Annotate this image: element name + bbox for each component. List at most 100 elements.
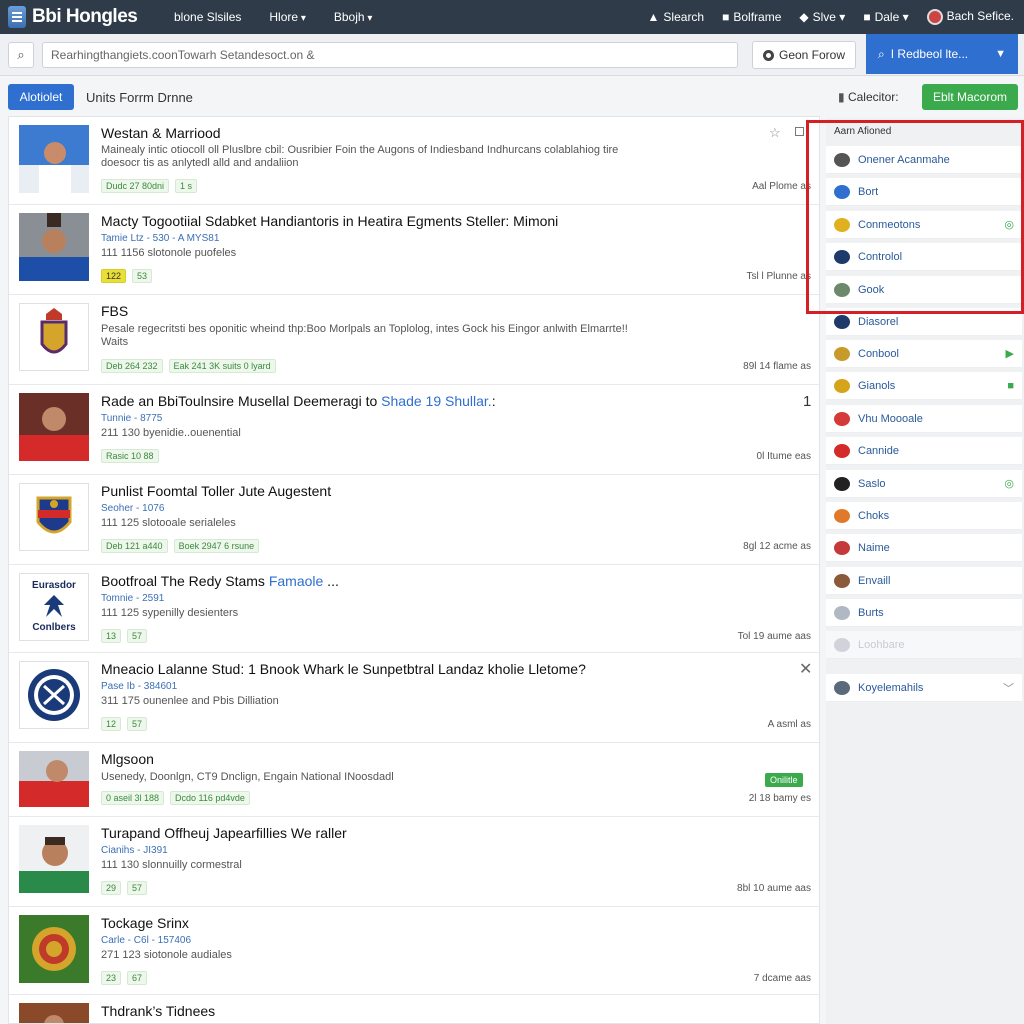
tag[interactable]: Deb 121 a440: [101, 539, 168, 553]
sidebar-item-action-icon[interactable]: ◎: [1004, 477, 1014, 490]
top-date-dropdown[interactable]: ■ Dale ▾: [863, 10, 908, 24]
tag[interactable]: 57: [127, 629, 148, 643]
item-title[interactable]: Turapand Offheuj Japearfillies We raller: [101, 825, 347, 841]
star-icon[interactable]: ☆: [769, 125, 781, 141]
sidebar-item[interactable]: Envaill: [826, 567, 1022, 595]
item-time: 8gl 12 acme as: [743, 541, 811, 552]
item-title[interactable]: FBS: [101, 303, 128, 319]
item-title[interactable]: Macty Togootiial Sdabket Handiantoris in…: [101, 213, 558, 229]
nav-item-2[interactable]: Hlore: [269, 10, 306, 24]
user-menu[interactable]: Bach Sefice.: [926, 9, 1014, 25]
sidebar-item[interactable]: Loohbare: [826, 631, 1022, 659]
sidebar-item-action-icon[interactable]: ﹀: [1003, 680, 1014, 696]
item-time: Tol 19 aume aas: [737, 631, 811, 642]
item-title[interactable]: Mneacio Lalanne Stud: 1 Bnook Whark le S…: [101, 661, 586, 677]
sidebar-item[interactable]: Choks: [826, 502, 1022, 530]
tag[interactable]: 12: [101, 717, 122, 731]
item-subtitle: Tamie Ltz - 530 - A MYS81: [101, 233, 220, 244]
tab-active[interactable]: Alotiolet: [8, 84, 74, 110]
nav-item-3[interactable]: Bbojh: [334, 10, 373, 24]
item-title-link[interactable]: Famaole: [269, 573, 323, 589]
item-text: Usenedy, Doonlgn, CT9 Dnclign, Engain Na…: [101, 771, 394, 783]
tag[interactable]: 23: [101, 971, 122, 985]
top-frame-link[interactable]: ■ Bolframe: [722, 10, 781, 24]
list-item[interactable]: Turapand Offheuj Japearfillies We raller…: [9, 817, 819, 907]
club-emblem: [19, 915, 89, 983]
tag[interactable]: 122: [101, 269, 127, 283]
tag[interactable]: 0 aseil 3l 188: [101, 791, 165, 805]
sidebar-item-label: Saslo: [858, 477, 886, 490]
tag[interactable]: Boek 2947 6 rsune: [173, 539, 260, 553]
item-title[interactable]: Mlgsoon: [101, 751, 154, 767]
tag[interactable]: Eak 241 3K suits 0 lyard: [168, 359, 276, 373]
list-item[interactable]: Rade an BbiToulnsire Musellal Deemeragi …: [9, 385, 819, 475]
sidebar-item[interactable]: Vhu Moooale: [826, 405, 1022, 433]
item-title[interactable]: Thdrank’s Tidnees: [101, 1003, 215, 1019]
sidebar-item[interactable]: Cannide: [826, 437, 1022, 465]
item-time: 0l Itume eas: [756, 451, 811, 462]
primary-search-dropdown[interactable]: ⌕ I Redbeol lte... ▼: [866, 34, 1018, 74]
item-title-text: Rade an BbiToulnsire Musellal Deemeragi …: [101, 393, 382, 409]
online-badge: Onilitle: [765, 773, 803, 787]
tag[interactable]: 53: [132, 269, 153, 283]
tag[interactable]: 67: [127, 971, 148, 985]
item-title[interactable]: Punlist Foomtal Toller Jute Augestent: [101, 483, 331, 499]
calendar-selector[interactable]: Calecitor:: [838, 90, 899, 104]
tag[interactable]: 57: [127, 717, 148, 731]
list-item[interactable]: Punlist Foomtal Toller Jute Augestent Se…: [9, 475, 819, 565]
tag[interactable]: Deb 264 232: [101, 359, 163, 373]
player-photo: [19, 213, 89, 281]
item-text: Mainealy intic otiocoll oll Pluslbre cbi…: [101, 144, 619, 156]
document-logo-icon: [8, 6, 26, 28]
item-title[interactable]: Rade an BbiToulnsire Musellal Deemeragi …: [101, 393, 496, 409]
item-title-link[interactable]: Shade 19 Shullar.: [381, 393, 492, 409]
tab-units-form[interactable]: Units Forrm Drnne: [86, 90, 193, 105]
item-title[interactable]: Bootfroal The Redy Stams Famaole ...: [101, 573, 339, 589]
nav-item-1[interactable]: blone Slsiles: [174, 10, 241, 24]
magnifier-icon: ⌕: [878, 46, 885, 61]
tag[interactable]: Rasic 10 88: [101, 449, 159, 463]
generate-forow-button[interactable]: Geon Forow: [752, 41, 856, 69]
tag[interactable]: Dcdo 116 pd4vde: [170, 791, 250, 805]
item-title[interactable]: Westan & Marriood: [101, 125, 221, 141]
add-button[interactable]: Eblt Macorom: [922, 84, 1018, 110]
top-save-dropdown[interactable]: ◆ Slve ▾: [799, 10, 845, 24]
list-item[interactable]: Westan & Marriood Mainealy intic otiocol…: [9, 117, 819, 205]
brand[interactable]: Bbi Hongles: [0, 6, 160, 28]
search-input[interactable]: [42, 42, 738, 68]
item-tags: 23 67: [101, 971, 148, 985]
top-date-label: Dale: [874, 10, 900, 24]
eagle-icon: [44, 595, 64, 617]
sidebar-item[interactable]: Burts: [826, 599, 1022, 627]
list-item[interactable]: Tockage Srinx Carle - C6l - 157406 271 1…: [9, 907, 819, 995]
sidebar-item-action-icon[interactable]: ▶: [1006, 347, 1014, 360]
tag[interactable]: Dudc 27 80dni: [101, 179, 170, 193]
tag[interactable]: 13: [101, 629, 122, 643]
search-icon[interactable]: ⌕: [8, 42, 34, 68]
sidebar-item[interactable]: Conbool ▶: [826, 340, 1022, 368]
list-item[interactable]: Mneacio Lalanne Stud: 1 Bnook Whark le S…: [9, 653, 819, 743]
item-title[interactable]: Tockage Srinx: [101, 915, 189, 931]
item-tags: 122 53: [101, 269, 153, 283]
tag[interactable]: 57: [127, 881, 148, 895]
list-item[interactable]: Macty Togootiial Sdabket Handiantoris in…: [9, 205, 819, 295]
sidebar-item-action-icon[interactable]: ■: [1007, 380, 1014, 392]
sidebar-item[interactable]: Koyelemahils ﹀: [826, 674, 1022, 702]
list-item[interactable]: Eurasdor Conlbers Bootfroal The Redy Sta…: [9, 565, 819, 653]
list-item[interactable]: Mlgsoon Usenedy, Doonlgn, CT9 Dnclign, E…: [9, 743, 819, 817]
list-item[interactable]: Thdrank’s Tidnees: [9, 995, 819, 1023]
top-search-link[interactable]: ▲ Slearch: [648, 10, 705, 24]
item-subtitle: Tomnie - 2591: [101, 593, 165, 604]
item-title-tail: ...: [323, 573, 339, 589]
logo-text-top: Eurasdor: [32, 580, 76, 591]
checkbox-icon[interactable]: [795, 127, 804, 136]
avatar: [926, 9, 943, 25]
shield-icon: [834, 411, 850, 426]
sidebar-item[interactable]: Naime: [826, 534, 1022, 562]
sidebar-item[interactable]: Gianols ■: [826, 372, 1022, 400]
close-icon[interactable]: ✕: [799, 659, 812, 679]
list-item[interactable]: FBS Pesale regecritsti bes oponitic whei…: [9, 295, 819, 385]
tag[interactable]: 29: [101, 881, 122, 895]
sidebar-item[interactable]: Saslo ◎: [826, 470, 1022, 498]
tag[interactable]: 1 s: [175, 179, 198, 193]
